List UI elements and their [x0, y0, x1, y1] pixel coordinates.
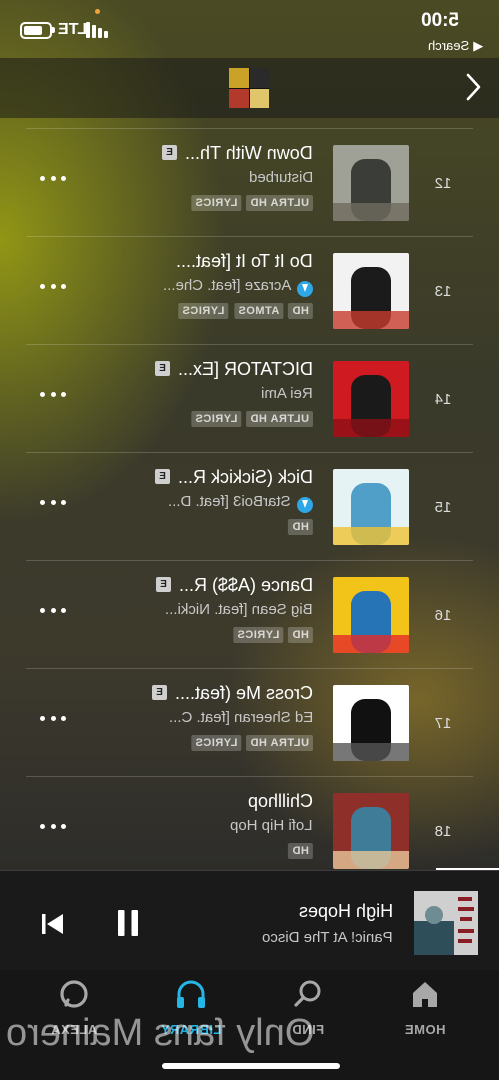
- search-icon: [294, 980, 321, 1007]
- now-playing-title: High Hopes: [298, 901, 393, 921]
- quality-badge: ULTRA HD: [246, 411, 313, 427]
- track-number: 15: [434, 499, 452, 516]
- explicit-badge: E: [151, 685, 167, 700]
- quality-badges: ULTRA HD LYRICS: [190, 735, 313, 751]
- alexa-icon: [60, 980, 88, 1008]
- more-options-icon[interactable]: [40, 713, 66, 723]
- quality-badges: HD: [288, 843, 313, 859]
- headphones-icon: [177, 980, 205, 1008]
- track-title: Down With Th...: [185, 143, 313, 163]
- track-title: Cross Me (feat....: [174, 683, 313, 703]
- explicit-badge: E: [154, 361, 170, 376]
- back-label: Search: [427, 38, 469, 53]
- track-artist: Rei Ami: [261, 385, 313, 402]
- track-artist: Lofi Hip Hop: [230, 817, 313, 834]
- track-row[interactable]: DICTATOR [Ex... Rei Ami ULTRA HD LYRICS 1…: [0, 345, 499, 453]
- album-artwork[interactable]: [333, 469, 409, 545]
- quality-badges: ULTRA HD LYRICS: [190, 195, 313, 211]
- quality-badge: LYRICS: [190, 195, 241, 211]
- track-row[interactable]: Down With Th... Disturbed ULTRA HD LYRICS…: [0, 129, 499, 237]
- album-artwork[interactable]: [333, 793, 409, 869]
- tab-home[interactable]: HOME: [375, 978, 475, 1038]
- battery-nub: [52, 27, 55, 33]
- track-title: Chillhop: [247, 791, 313, 811]
- track-title: DICTATOR [Ex...: [177, 359, 313, 379]
- track-artist: StarBoi3 [feat. D...: [168, 493, 291, 510]
- battery-icon: [20, 22, 52, 39]
- track-number: 14: [434, 391, 452, 408]
- more-options-icon[interactable]: [40, 821, 66, 831]
- tab-home-label: HOME: [404, 1022, 446, 1037]
- now-playing-artist: Panic! At The Disco: [262, 929, 393, 946]
- track-number: 16: [434, 607, 452, 624]
- track-title: Dance (A$$) R...: [178, 575, 313, 595]
- privacy-indicator: [95, 9, 100, 14]
- quality-badges: ULTRA HD LYRICS: [190, 411, 313, 427]
- track-number: 13: [434, 283, 452, 300]
- album-artwork[interactable]: [333, 253, 409, 329]
- quality-badge: LYRICS: [178, 303, 229, 319]
- quality-badges: HD ATMOS LYRICS: [178, 303, 313, 319]
- track-artist: Disturbed: [248, 169, 313, 186]
- downloaded-icon: [297, 497, 313, 513]
- network-label: LTE: [58, 21, 88, 38]
- chevron-right-icon[interactable]: [465, 72, 481, 102]
- album-artwork[interactable]: [333, 577, 409, 653]
- downloaded-icon: [297, 281, 313, 297]
- explicit-badge: E: [162, 145, 178, 160]
- track-title: Dick (Sickick R...: [178, 467, 313, 487]
- track-title: Do It To It [feat....: [176, 251, 313, 271]
- track-artist: Acraze [feat. Che...: [162, 277, 291, 294]
- track-row[interactable]: Chillhop Lofi Hip Hop HD 18: [0, 777, 499, 885]
- quality-badge: ATMOS: [233, 303, 284, 319]
- more-options-icon[interactable]: [40, 605, 66, 615]
- home-icon: [413, 982, 437, 1007]
- status-time: 5:00: [420, 10, 459, 31]
- track-artist: Ed Sheeran [feat. C...: [168, 709, 313, 726]
- track-row[interactable]: Cross Me (feat.... Ed Sheeran [feat. C..…: [0, 669, 499, 777]
- track-row[interactable]: Do It To It [feat.... Acraze [feat. Che.…: [0, 237, 499, 345]
- signal-icon: [86, 22, 110, 38]
- quality-badge: HD: [288, 519, 313, 535]
- back-to-search-link[interactable]: ◀ Search: [428, 38, 483, 54]
- quality-badges: HD LYRICS: [232, 627, 313, 643]
- pause-icon[interactable]: [117, 910, 139, 936]
- album-artwork[interactable]: [333, 145, 409, 221]
- track-number: 12: [434, 175, 452, 192]
- quality-badge: ULTRA HD: [246, 195, 313, 211]
- quality-badges: HD: [288, 519, 313, 535]
- previous-track-icon[interactable]: [42, 913, 64, 935]
- quality-badge: LYRICS: [190, 735, 241, 751]
- playlist-header: [0, 58, 499, 118]
- album-artwork[interactable]: [333, 685, 409, 761]
- quality-badge: HD: [288, 303, 313, 319]
- quality-badge: ULTRA HD: [246, 735, 313, 751]
- more-options-icon[interactable]: [40, 497, 66, 507]
- quality-badge: LYRICS: [232, 627, 284, 643]
- quality-badge: LYRICS: [190, 411, 241, 427]
- album-artwork[interactable]: [333, 361, 409, 437]
- quality-badge: HD: [288, 627, 313, 643]
- playlist-artwork[interactable]: [229, 68, 269, 108]
- home-indicator: [162, 1063, 340, 1069]
- back-arrow-icon: ◀: [473, 38, 483, 53]
- more-options-icon[interactable]: [40, 389, 66, 399]
- more-options-icon[interactable]: [40, 173, 66, 183]
- track-number: 18: [434, 823, 452, 840]
- quality-badge: HD: [288, 843, 313, 859]
- track-row[interactable]: Dance (A$$) R... Big Sean [feat. Nicki..…: [0, 561, 499, 669]
- explicit-badge: E: [155, 577, 171, 592]
- watermark: Only fans Mainero: [6, 1012, 315, 1054]
- explicit-badge: E: [155, 469, 170, 484]
- status-bar: LTE 5:00 ◀ Search: [0, 0, 499, 58]
- more-options-icon[interactable]: [40, 281, 66, 291]
- now-playing-artwork[interactable]: [414, 891, 478, 955]
- track-row[interactable]: Dick (Sickick R... StarBoi3 [feat. D... …: [0, 453, 499, 561]
- track-number: 17: [434, 715, 452, 732]
- now-playing-bar[interactable]: High Hopes Panic! At The Disco: [0, 870, 499, 970]
- track-artist: Big Sean [feat. Nicki...: [165, 601, 313, 618]
